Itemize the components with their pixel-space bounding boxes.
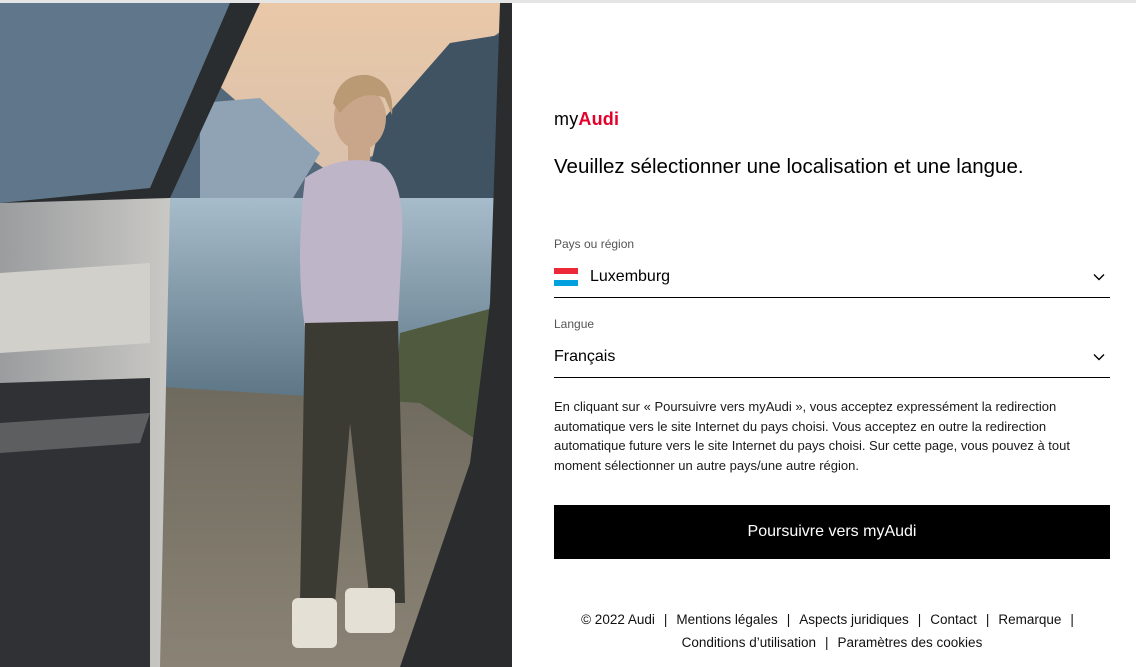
- footer-link-cookie-settings[interactable]: Paramètres des cookies: [838, 635, 983, 650]
- country-label: Pays ou région: [554, 237, 635, 251]
- footer-copyright: © 2022 Audi: [581, 612, 655, 627]
- footer-separator: |: [824, 635, 829, 650]
- hero-image: [0, 3, 512, 667]
- page-title: Veuillez sélectionner une localisation e…: [554, 155, 1024, 178]
- footer-link-contact[interactable]: Contact: [930, 612, 977, 627]
- footer-separator: |: [985, 612, 990, 627]
- chevron-down-icon: [1093, 354, 1105, 361]
- footer-link-legal-aspects[interactable]: Aspects juridiques: [799, 612, 909, 627]
- myaudi-logo: myAudi: [554, 108, 619, 130]
- flag-stripe-blue: [554, 279, 578, 286]
- language-value: Français: [554, 347, 616, 365]
- logo-prefix: my: [554, 109, 579, 129]
- logo-brand: Audi: [578, 109, 620, 129]
- country-select[interactable]: Luxemburg: [554, 260, 1110, 298]
- country-field: Pays ou région Luxemburg: [554, 236, 1110, 298]
- selection-panel: myAudi Veuillez sélectionner une localis…: [554, 0, 1110, 667]
- country-value: Luxemburg: [590, 267, 671, 285]
- language-field: Langue Français: [554, 316, 1110, 378]
- chevron-down-icon: [1093, 274, 1105, 281]
- luxembourg-flag-icon: [554, 267, 578, 286]
- footer-separator: |: [1070, 612, 1074, 627]
- footer-separator: |: [917, 612, 922, 627]
- continue-button[interactable]: Poursuivre vers myAudi: [554, 505, 1110, 559]
- footer-link-remark[interactable]: Remarque: [998, 612, 1061, 627]
- consent-text: En cliquant sur « Poursuivre vers myAudi…: [554, 399, 1070, 474]
- footer-link-legal-notice[interactable]: Mentions légales: [676, 612, 777, 627]
- footer-link-terms[interactable]: Conditions d’utilisation: [682, 635, 816, 650]
- language-label: Langue: [554, 317, 595, 331]
- footer-separator: |: [786, 612, 791, 627]
- footer: © 2022 Audi | Mentions légales | Aspects jur…: [554, 608, 1110, 654]
- footer-separator: |: [663, 612, 668, 627]
- language-select[interactable]: Français: [554, 340, 1110, 378]
